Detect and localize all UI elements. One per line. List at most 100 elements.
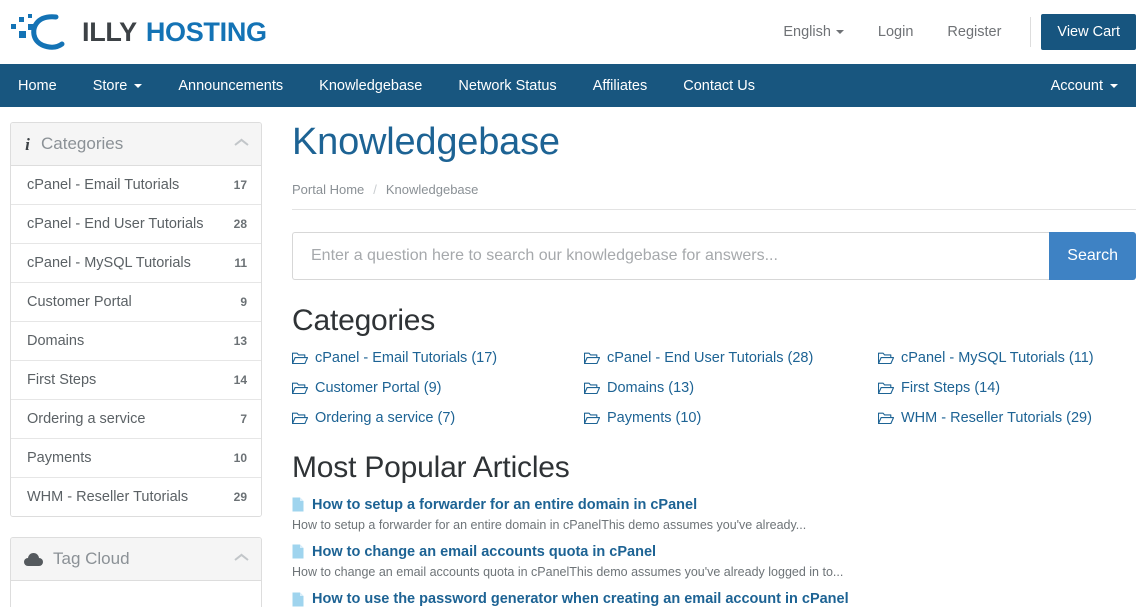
chevron-down-icon xyxy=(835,30,844,35)
sidebar-category-row[interactable]: cPanel - MySQL Tutorials 11 xyxy=(11,244,261,283)
sidebar-category-row[interactable]: First Steps 14 xyxy=(11,361,261,400)
category-link[interactable]: Payments (10) xyxy=(584,407,878,429)
categories-grid: cPanel - Email Tutorials (17) cPanel - E… xyxy=(292,347,1136,429)
nav-item-announcements[interactable]: Announcements xyxy=(160,64,301,107)
category-link[interactable]: Customer Portal (9) xyxy=(292,377,584,399)
view-cart-button[interactable]: View Cart xyxy=(1041,14,1136,50)
categories-panel: i Categories cPanel - Email Tutorials 17… xyxy=(10,122,262,517)
main-navigation: Home Store Announcements Knowledgebase N… xyxy=(0,64,1136,107)
nav-item-store[interactable]: Store xyxy=(75,64,161,107)
categories-panel-title: Categories xyxy=(41,134,124,153)
sidebar-category-row[interactable]: Payments 10 xyxy=(11,439,261,478)
category-link[interactable]: WHM - Reseller Tutorials (29) xyxy=(878,407,1136,429)
nav-item-home[interactable]: Home xyxy=(0,64,75,107)
breadcrumb-item-current: Knowledgebase xyxy=(385,181,479,197)
category-count: 13 xyxy=(233,334,247,348)
page-title: Knowledgebase xyxy=(292,121,560,163)
category-link-label: First Steps (14) xyxy=(901,379,1001,396)
category-link-label: cPanel - End User Tutorials (28) xyxy=(607,349,814,366)
nav-label: Affiliates xyxy=(592,77,648,94)
category-link[interactable]: cPanel - MySQL Tutorials (11) xyxy=(878,347,1136,369)
category-label: cPanel - End User Tutorials xyxy=(27,216,204,232)
nav-label: Account xyxy=(1050,77,1103,94)
category-count: 7 xyxy=(240,412,247,426)
category-link-label: Payments (10) xyxy=(607,409,702,426)
category-count: 11 xyxy=(234,256,247,270)
category-label: Customer Portal xyxy=(27,294,132,310)
nav-item-contact-us[interactable]: Contact Us xyxy=(665,64,773,107)
category-count: 17 xyxy=(233,178,247,192)
category-label: Domains xyxy=(27,333,85,349)
sidebar: i Categories cPanel - Email Tutorials 17… xyxy=(0,122,262,607)
categories-panel-header[interactable]: i Categories xyxy=(11,123,261,166)
category-link[interactable]: Ordering a service (7) xyxy=(292,407,584,429)
main-content: Knowledgebase Portal Home / Knowledgebas… xyxy=(262,121,1136,607)
article-title-link[interactable]: How to use the password generator when c… xyxy=(312,591,849,607)
folder-open-icon xyxy=(584,382,600,394)
category-link[interactable]: Domains (13) xyxy=(584,377,878,399)
article-snippet: How to change an email accounts quota in… xyxy=(292,564,844,579)
top-utility-nav: English Login Register View Cart xyxy=(766,0,1136,64)
category-label: Payments xyxy=(27,450,92,466)
divider xyxy=(1030,17,1032,47)
article-title-link[interactable]: How to setup a forwarder for an entire d… xyxy=(312,497,697,513)
sidebar-category-row[interactable]: Domains 13 xyxy=(11,322,261,361)
tag-cloud-body xyxy=(11,581,261,607)
sidebar-category-row[interactable]: cPanel - End User Tutorials 28 xyxy=(11,205,261,244)
login-link[interactable]: Login xyxy=(861,24,930,40)
folder-open-icon xyxy=(292,382,308,394)
category-label: Ordering a service xyxy=(27,411,146,427)
chevron-up-icon[interactable] xyxy=(235,140,248,148)
article-item: How to setup a forwarder for an entire d… xyxy=(292,497,1136,534)
logo-text-primary: ILLY xyxy=(82,16,137,47)
search-input[interactable] xyxy=(292,231,1050,280)
chevron-up-icon[interactable] xyxy=(235,555,248,563)
cloud-icon xyxy=(24,552,43,566)
folder-open-icon xyxy=(878,382,894,394)
page-body: i Categories cPanel - Email Tutorials 17… xyxy=(0,107,1136,607)
search-button[interactable]: Search xyxy=(1049,231,1136,280)
logo-text-secondary: HOSTING xyxy=(145,16,267,47)
sidebar-category-row[interactable]: WHM - Reseller Tutorials 29 xyxy=(11,478,261,516)
sidebar-category-row[interactable]: cPanel - Email Tutorials 17 xyxy=(11,166,261,205)
nav-item-network-status[interactable]: Network Status xyxy=(440,64,574,107)
article-header: How to change an email accounts quota in… xyxy=(292,544,1136,560)
article-title-link[interactable]: How to change an email accounts quota in… xyxy=(312,544,656,560)
folder-open-icon xyxy=(878,352,894,364)
tag-cloud-panel-title: Tag Cloud xyxy=(53,549,130,568)
category-link[interactable]: cPanel - Email Tutorials (17) xyxy=(292,347,584,369)
folder-open-icon xyxy=(292,412,308,424)
category-link[interactable]: First Steps (14) xyxy=(878,377,1136,399)
category-label: First Steps xyxy=(27,372,97,388)
article-item: How to change an email accounts quota in… xyxy=(292,544,1136,581)
sidebar-category-row[interactable]: Ordering a service 7 xyxy=(11,400,261,439)
sidebar-category-row[interactable]: Customer Portal 9 xyxy=(11,283,261,322)
category-label: cPanel - MySQL Tutorials xyxy=(27,255,191,271)
categories-heading: Categories xyxy=(292,303,436,337)
nav-item-knowledgebase[interactable]: Knowledgebase xyxy=(301,64,440,107)
article-header: How to use the password generator when c… xyxy=(292,591,1136,607)
breadcrumb-item-portal-home[interactable]: Portal Home xyxy=(292,182,364,197)
nav-left-group: Home Store Announcements Knowledgebase N… xyxy=(0,64,773,107)
category-link-label: Customer Portal (9) xyxy=(315,379,442,396)
article-item: How to use the password generator when c… xyxy=(292,591,1136,607)
file-icon xyxy=(292,544,304,559)
breadcrumb-separator: / xyxy=(373,181,377,197)
category-link-label: Domains (13) xyxy=(607,379,695,396)
site-logo[interactable]: ILLY HOSTING xyxy=(10,10,267,54)
language-selector[interactable]: English xyxy=(766,24,861,40)
breadcrumb: Portal Home / Knowledgebase xyxy=(292,182,1136,210)
chevron-down-icon xyxy=(134,83,143,88)
nav-label: Knowledgebase xyxy=(319,77,423,94)
nav-right-group: Account xyxy=(1033,64,1136,107)
register-link[interactable]: Register xyxy=(930,24,1018,40)
tag-cloud-panel-header[interactable]: Tag Cloud xyxy=(11,538,261,581)
nav-label: Contact Us xyxy=(683,77,755,94)
category-count: 29 xyxy=(233,490,247,504)
nav-item-account[interactable]: Account xyxy=(1033,64,1136,107)
tag-cloud-panel: Tag Cloud xyxy=(10,537,262,607)
nav-item-affiliates[interactable]: Affiliates xyxy=(575,64,666,107)
category-link[interactable]: cPanel - End User Tutorials (28) xyxy=(584,347,878,369)
category-count: 10 xyxy=(233,451,247,465)
folder-open-icon xyxy=(878,412,894,424)
